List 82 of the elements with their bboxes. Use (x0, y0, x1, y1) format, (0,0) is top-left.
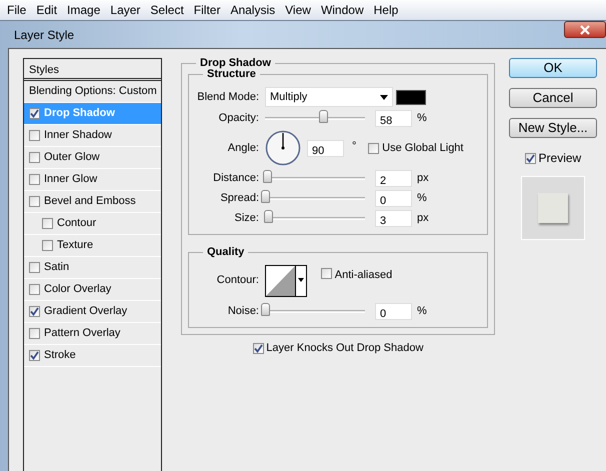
effect-item[interactable]: Gradient Overlay (24, 301, 161, 323)
value-field[interactable]: 90 (307, 140, 344, 156)
checkbox[interactable] (368, 142, 380, 154)
unit-label: % (416, 190, 427, 206)
slider-thumb[interactable] (261, 190, 270, 202)
field-label: Angle: (226, 140, 260, 156)
unit-label: % (416, 110, 427, 126)
effect-item[interactable]: Inner Glow (24, 169, 161, 191)
close-icon[interactable] (579, 24, 591, 34)
checkbox[interactable] (252, 342, 264, 354)
field-label: Opacity: (218, 110, 260, 126)
checkbox-label[interactable]: Use Global Light (382, 140, 464, 156)
caret-icon[interactable] (380, 94, 388, 100)
field-label: Distance: (212, 170, 260, 186)
slider-thumb[interactable] (263, 170, 272, 182)
angle-dial[interactable] (265, 130, 301, 166)
menu-item[interactable]: Help (370, 1, 406, 19)
field-label: Noise: (226, 304, 260, 319)
field-label: Size: (234, 210, 260, 226)
checkbox[interactable] (29, 174, 40, 185)
group-title: Structure (207, 69, 257, 80)
dialog-button[interactable]: OK (509, 58, 597, 78)
checkbox[interactable] (524, 152, 536, 164)
checkbox[interactable] (29, 306, 40, 317)
contour-picker[interactable] (265, 264, 307, 296)
checkbox[interactable] (29, 328, 40, 339)
menu-item[interactable]: Window (318, 1, 371, 19)
checkbox-label[interactable]: Layer Knocks Out Drop Shadow (266, 340, 424, 356)
unit-label: ° (351, 139, 358, 154)
dialog-button[interactable]: Cancel (509, 88, 597, 108)
styles-header[interactable]: Styles (24, 59, 161, 81)
value-field[interactable]: 3 (375, 210, 412, 226)
field-label: Contour: (216, 273, 260, 288)
unit-label: % (416, 304, 427, 319)
effect-item[interactable]: Pattern Overlay (24, 323, 161, 345)
group-title: Drop Shadow (199, 58, 272, 69)
value-field[interactable]: 2 (375, 170, 412, 186)
checkbox[interactable] (29, 108, 40, 119)
preview-square (538, 193, 568, 223)
menu-item[interactable]: Image (64, 1, 108, 19)
checkbox[interactable] (29, 152, 40, 163)
value-field[interactable]: 58 (375, 110, 412, 126)
checkbox[interactable] (29, 196, 40, 207)
slider-thumb[interactable] (261, 302, 270, 316)
effect-item[interactable]: Inner Shadow (24, 125, 161, 147)
checkbox[interactable] (29, 284, 40, 295)
menu-item[interactable]: Filter (190, 1, 228, 19)
unit-label: px (416, 170, 429, 186)
checkbox[interactable] (29, 130, 40, 141)
close-button[interactable] (564, 21, 606, 38)
slider-thumb[interactable] (264, 210, 273, 222)
value-field[interactable]: 0 (375, 190, 412, 206)
window-title: Layer Style (13, 26, 74, 44)
effect-item[interactable]: Color Overlay (24, 279, 161, 301)
effect-item[interactable]: Contour (24, 213, 161, 235)
effect-item[interactable]: Stroke (24, 345, 161, 367)
unit-label: px (416, 210, 429, 226)
checkbox[interactable] (29, 350, 40, 361)
checkbox[interactable] (321, 268, 332, 279)
checkbox[interactable] (42, 218, 53, 229)
menu-item[interactable]: Layer (107, 1, 148, 19)
checkbox-label[interactable]: Preview (538, 149, 582, 167)
menu-item[interactable]: Select (147, 1, 191, 19)
menu-item[interactable]: Analysis (227, 1, 282, 19)
value-field[interactable]: 0 (375, 302, 412, 320)
checkbox-label[interactable]: Anti-aliased (334, 267, 392, 284)
effect-item[interactable]: Outer Glow (24, 147, 161, 169)
checkbox[interactable] (42, 240, 53, 251)
group-title: Quality (206, 247, 246, 258)
menu-item[interactable]: Edit (33, 1, 64, 19)
effect-item[interactable]: Texture (24, 235, 161, 257)
slider-thumb[interactable] (319, 110, 328, 122)
field-label: Blend Mode: (196, 90, 260, 105)
checkbox[interactable] (29, 262, 40, 273)
blend-mode-dropdown[interactable]: Multiply (265, 87, 393, 107)
menu-item[interactable]: File (4, 1, 34, 19)
effect-item[interactable]: Satin (24, 257, 161, 279)
menu-item[interactable]: View (282, 1, 318, 19)
effect-item[interactable]: Bevel and Emboss (24, 191, 161, 213)
color-swatch[interactable] (396, 90, 426, 104)
field-label: Spread: (219, 190, 260, 206)
dialog-button[interactable]: New Style... (509, 118, 597, 138)
